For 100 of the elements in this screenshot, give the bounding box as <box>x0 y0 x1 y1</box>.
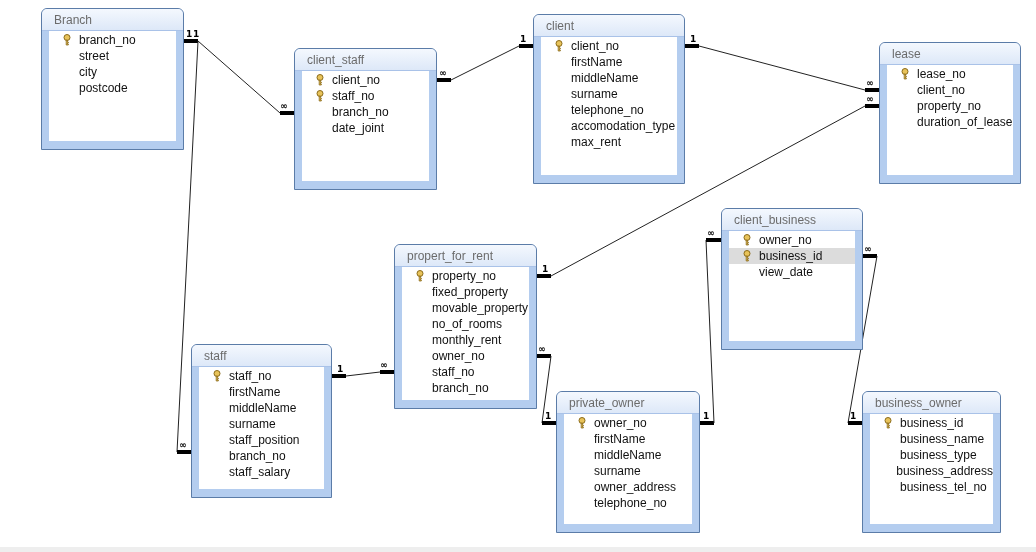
cardinality-label: ∞ <box>866 94 874 104</box>
field-row[interactable]: lease_no <box>887 66 1013 82</box>
field-name: middleName <box>571 71 639 85</box>
field-row[interactable]: middleName <box>199 400 324 416</box>
field-row[interactable]: staff_salary <box>199 464 324 480</box>
field-row[interactable]: business_name <box>870 431 993 447</box>
field-name: staff_no <box>229 369 272 383</box>
cardinality-label: 1 <box>520 34 527 44</box>
field-row[interactable]: middleName <box>541 70 677 86</box>
table-window[interactable]: business_owner business_id business_name business_type business_address business_tel_no <box>862 391 1001 533</box>
field-name: business_type <box>900 448 977 462</box>
table-window[interactable]: client client_no firstName middleName surname telephone_no accomodation_type max_rent <box>533 14 685 184</box>
field-row[interactable]: postcode <box>49 80 176 96</box>
field-row[interactable]: staff_position <box>199 432 324 448</box>
field-row[interactable]: view_date <box>729 264 855 280</box>
field-row[interactable]: fixed_property <box>402 284 529 300</box>
cardinality-label: ∞ <box>179 440 187 450</box>
field-name: business_id <box>900 416 964 430</box>
field-name: branch_no <box>79 33 136 47</box>
table-title[interactable]: client_business <box>722 209 862 231</box>
field-row[interactable]: movable_property <box>402 300 529 316</box>
relationship-line[interactable] <box>685 44 879 92</box>
field-row[interactable]: no_of_rooms <box>402 316 529 332</box>
field-name: business_id <box>759 249 823 263</box>
table-title[interactable]: Branch <box>42 9 183 31</box>
table-title[interactable]: client <box>534 15 684 37</box>
relationship-line[interactable] <box>537 354 556 425</box>
field-row[interactable]: staff_no <box>302 88 429 104</box>
field-row[interactable]: accomodation_type <box>541 118 677 134</box>
field-name: client_no <box>571 39 620 53</box>
field-row[interactable]: owner_no <box>402 348 529 364</box>
field-row[interactable]: max_rent <box>541 134 677 150</box>
field-row[interactable]: branch_no <box>402 380 529 396</box>
field-row[interactable]: firstName <box>541 54 677 70</box>
field-row[interactable]: owner_no <box>729 232 855 248</box>
field-row[interactable]: owner_no <box>564 415 692 431</box>
field-name: owner_address <box>594 480 677 494</box>
relationship-line[interactable] <box>700 238 721 425</box>
table-title[interactable]: lease <box>880 43 1020 65</box>
field-row[interactable]: surname <box>541 86 677 102</box>
field-row[interactable]: client_no <box>887 82 1013 98</box>
table-title[interactable]: staff <box>192 345 331 367</box>
field-row[interactable]: city <box>49 64 176 80</box>
table-title[interactable]: business_owner <box>863 392 1000 414</box>
field-row[interactable]: business_type <box>870 447 993 463</box>
relationship-line[interactable] <box>437 44 533 82</box>
field-name: staff_salary <box>229 465 291 479</box>
field-row[interactable]: owner_address <box>564 479 692 495</box>
field-row[interactable]: branch_no <box>199 448 324 464</box>
field-row[interactable]: telephone_no <box>541 102 677 118</box>
cardinality-label: ∞ <box>866 78 874 88</box>
field-name: view_date <box>759 265 814 279</box>
field-row[interactable]: branch_no <box>49 32 176 48</box>
field-name: monthly_rent <box>432 333 502 347</box>
field-row[interactable]: surname <box>564 463 692 479</box>
field-name: middleName <box>594 448 662 462</box>
field-row[interactable]: street <box>49 48 176 64</box>
field-name: staff_no <box>432 365 475 379</box>
field-name: firstName <box>571 55 623 69</box>
table-window[interactable]: private_owner owner_no firstName middleName surname owner_address telephone_no <box>556 391 700 533</box>
cardinality-label: 1 <box>690 34 697 44</box>
field-row[interactable]: business_id <box>870 415 993 431</box>
field-row[interactable]: property_no <box>402 268 529 284</box>
table-title[interactable]: client_staff <box>295 49 436 71</box>
table-window[interactable]: lease lease_no client_no property_no duration_of_lease <box>879 42 1021 184</box>
field-name: owner_no <box>759 233 812 247</box>
cardinality-label: ∞ <box>707 228 715 238</box>
table-title[interactable]: private_owner <box>557 392 699 414</box>
field-row[interactable]: monthly_rent <box>402 332 529 348</box>
field-row[interactable]: branch_no <box>302 104 429 120</box>
field-name: branch_no <box>432 381 489 395</box>
field-row[interactable]: business_id <box>729 248 855 264</box>
table-window[interactable]: propert_for_rent property_no fixed_property movable_property no_of_rooms monthly_rent owner_no staff_no branch_no <box>394 244 537 409</box>
field-row[interactable]: client_no <box>541 38 677 54</box>
field-row[interactable]: business_address <box>870 463 993 479</box>
field-row[interactable]: staff_no <box>402 364 529 380</box>
table-window[interactable]: staff staff_no firstName middleName surname staff_position branch_no staff_salary <box>191 344 332 498</box>
field-row[interactable]: business_tel_no <box>870 479 993 495</box>
relationship-line[interactable] <box>332 370 394 378</box>
cardinality-label: ∞ <box>280 101 288 111</box>
field-row[interactable]: surname <box>199 416 324 432</box>
field-row[interactable]: staff_no <box>199 368 324 384</box>
relationship-line[interactable] <box>537 104 879 278</box>
field-row[interactable]: middleName <box>564 447 692 463</box>
field-row[interactable]: firstName <box>564 431 692 447</box>
relationship-line[interactable] <box>176 39 199 454</box>
table-title[interactable]: propert_for_rent <box>395 245 536 267</box>
table-window[interactable]: client_staff client_no staff_no branch_no date_joint <box>294 48 437 190</box>
field-name: surname <box>571 87 618 101</box>
table-window[interactable]: Branch branch_no street city postcode <box>41 8 184 150</box>
field-name: city <box>79 65 97 79</box>
field-name: date_joint <box>332 121 385 135</box>
field-row[interactable]: telephone_no <box>564 495 692 511</box>
field-row[interactable]: duration_of_lease <box>887 114 1013 130</box>
field-row[interactable]: client_no <box>302 72 429 88</box>
field-row[interactable]: property_no <box>887 98 1013 114</box>
field-row[interactable]: firstName <box>199 384 324 400</box>
field-name: property_no <box>917 99 982 113</box>
field-row[interactable]: date_joint <box>302 120 429 136</box>
table-window[interactable]: client_business owner_no business_id view_date <box>721 208 863 350</box>
